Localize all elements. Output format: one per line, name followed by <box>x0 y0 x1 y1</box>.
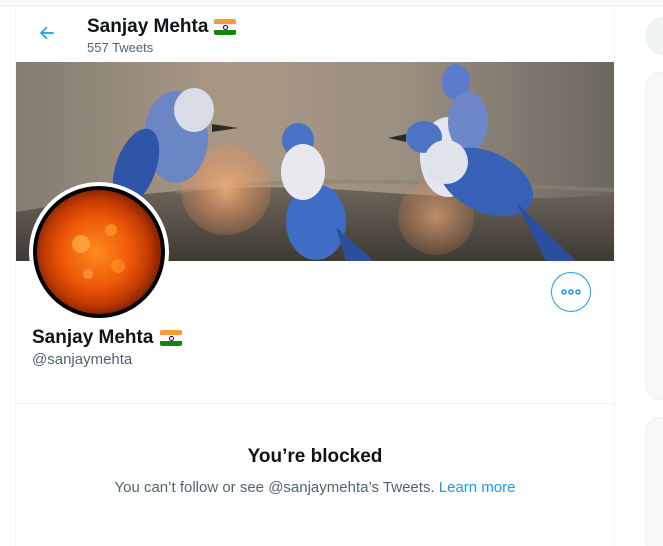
section-divider <box>16 403 614 404</box>
profile-avatar[interactable] <box>29 182 169 322</box>
sidebar-panel <box>645 72 663 400</box>
blocked-title: You’re blocked <box>247 446 383 467</box>
tweet-count: 557 Tweets <box>87 40 154 55</box>
blocked-message-text: You can’t follow or see @sanjaymehta’s T… <box>114 479 439 496</box>
blocked-message: You can’t follow or see @sanjaymehta’s T… <box>16 479 614 496</box>
india-flag-icon <box>214 19 237 35</box>
profile-header: Sanjay Mehta 557 Tweets <box>16 8 614 62</box>
top-edge-bar <box>0 0 663 7</box>
back-button[interactable] <box>34 20 60 46</box>
more-options-icon <box>561 289 581 295</box>
learn-more-link[interactable]: Learn more <box>439 479 516 496</box>
profile-handle: @sanjaymehta <box>32 351 133 368</box>
right-sidebar-edge <box>645 0 663 546</box>
more-options-button[interactable] <box>551 272 591 312</box>
header-title: Sanjay Mehta <box>87 16 237 38</box>
search-bar[interactable] <box>645 16 663 56</box>
back-arrow-icon <box>39 26 54 40</box>
header-name-text: Sanjay Mehta <box>87 16 209 37</box>
india-flag-icon <box>160 330 183 346</box>
profile-column: Sanjay Mehta 557 Tweets Sanjay Mehta @sa… <box>15 8 615 546</box>
profile-name-text: Sanjay Mehta <box>32 327 154 348</box>
sidebar-panel <box>645 417 663 546</box>
sun-avatar-image <box>33 186 165 318</box>
profile-name: Sanjay Mehta <box>32 327 183 349</box>
